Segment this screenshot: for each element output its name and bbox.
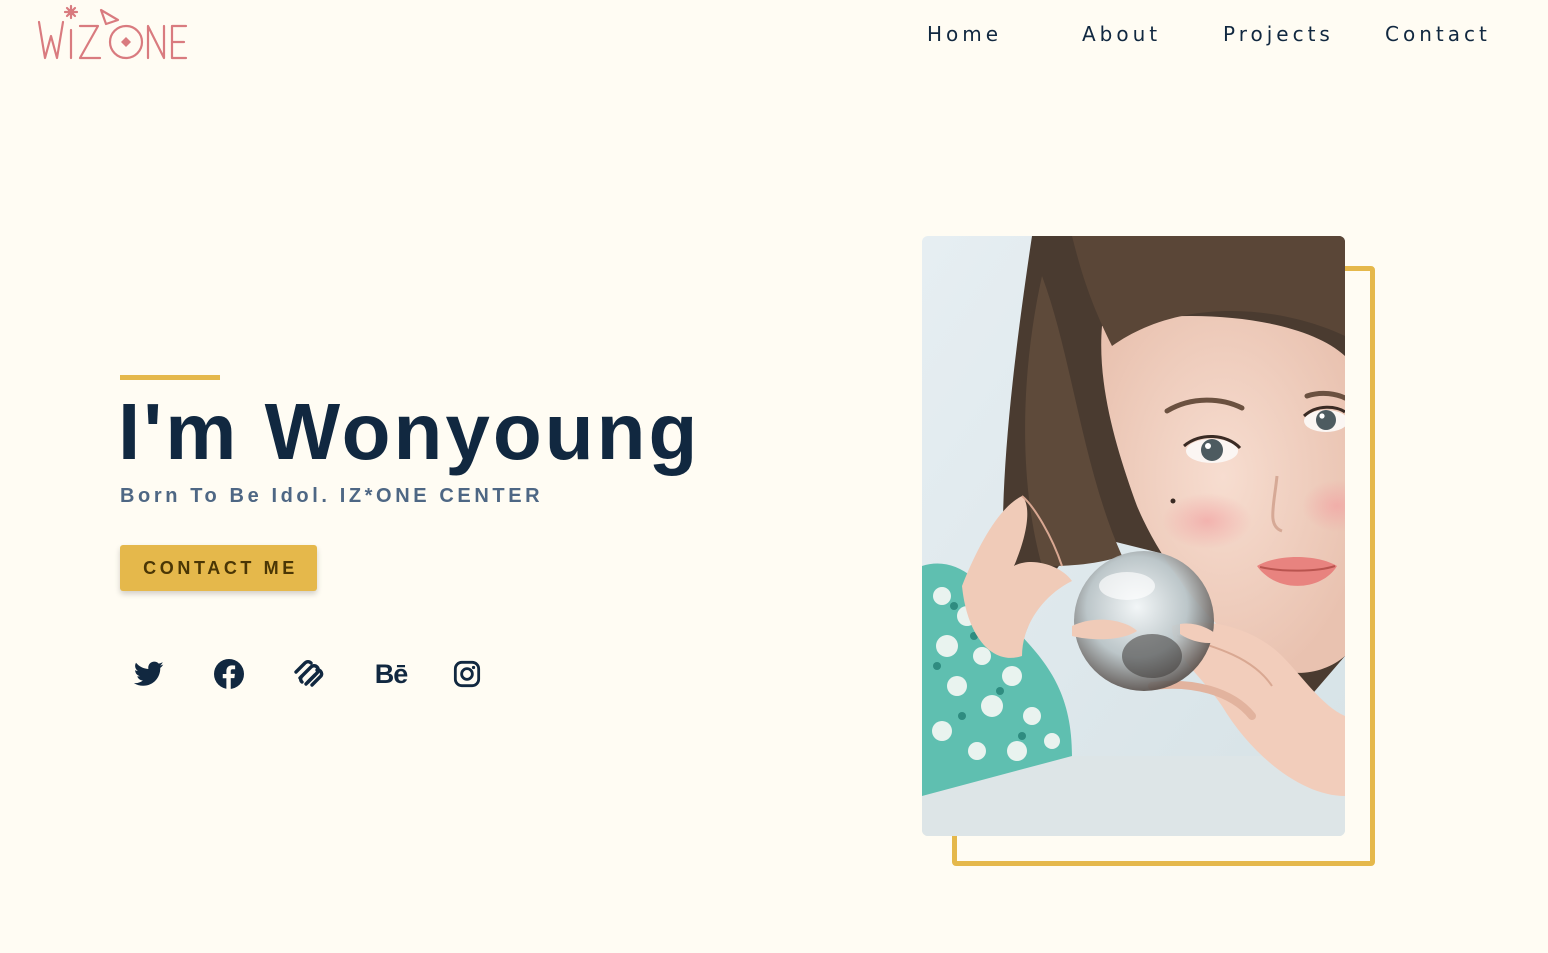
main-nav: Home About Projects Contact bbox=[0, 20, 1548, 50]
nav-about-link[interactable]: About bbox=[1082, 20, 1161, 48]
hero-title: I'm Wonyoung bbox=[118, 387, 701, 476]
squarespace-icon bbox=[294, 660, 324, 687]
social-links: Bē bbox=[120, 652, 520, 698]
portrait-image bbox=[922, 236, 1345, 836]
page: Home About Projects Contact I'm Wonyoung… bbox=[0, 0, 1548, 953]
nav-projects-link[interactable]: Projects bbox=[1223, 20, 1334, 48]
behance-link[interactable]: Bē bbox=[368, 652, 414, 696]
instagram-icon bbox=[453, 660, 481, 688]
contact-me-button[interactable]: CONTACT ME bbox=[120, 545, 317, 591]
squarespace-link[interactable] bbox=[286, 652, 332, 696]
facebook-icon bbox=[214, 659, 244, 689]
instagram-link[interactable] bbox=[444, 652, 490, 696]
twitter-icon bbox=[134, 661, 164, 686]
title-accent-line bbox=[120, 375, 220, 380]
nav-home-link[interactable]: Home bbox=[927, 20, 1002, 48]
facebook-link[interactable] bbox=[206, 652, 252, 696]
behance-icon: Bē bbox=[374, 659, 409, 689]
hero-subtitle: Born To Be Idol. IZ*ONE CENTER bbox=[120, 485, 544, 507]
twitter-link[interactable] bbox=[126, 652, 172, 696]
nav-contact-link[interactable]: Contact bbox=[1385, 20, 1491, 48]
portrait-illustration bbox=[922, 236, 1345, 836]
